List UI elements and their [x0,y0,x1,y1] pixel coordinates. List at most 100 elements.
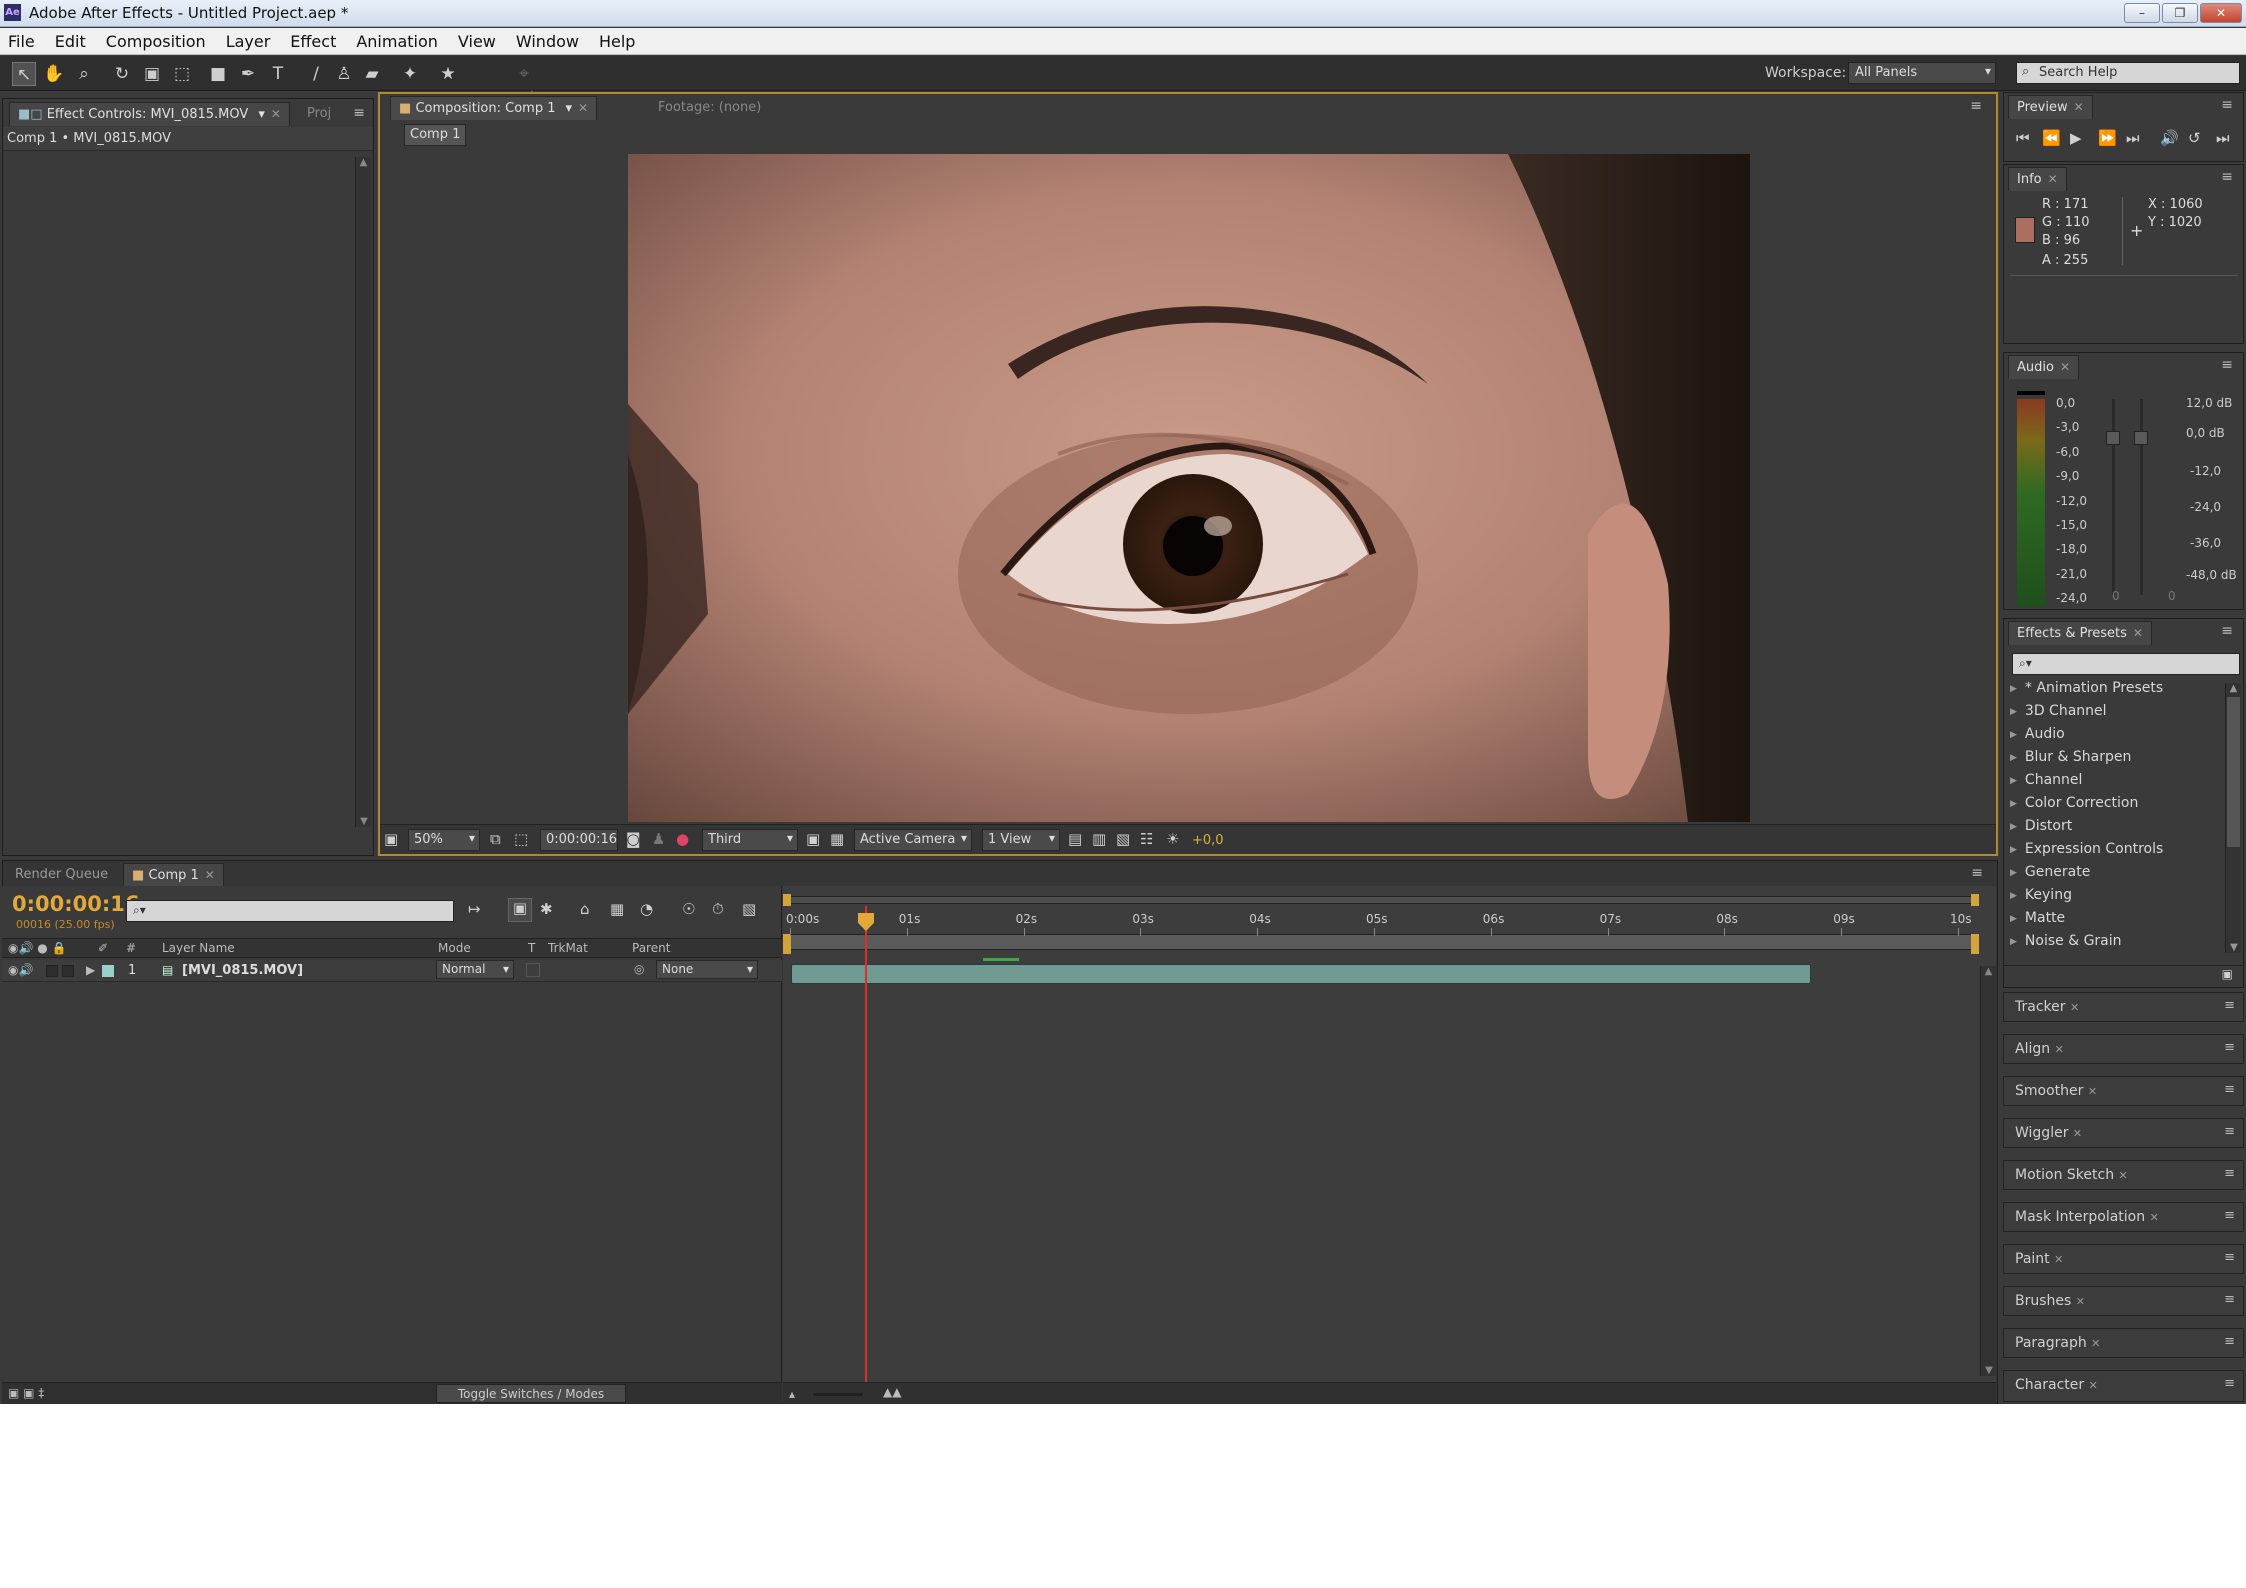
flowchart-icon[interactable]: ☷ [1140,830,1153,848]
toggle-switches-modes-button[interactable]: Toggle Switches / Modes [436,1384,626,1403]
fader-left[interactable] [2106,431,2120,445]
type-tool-icon[interactable]: T [266,62,290,86]
close-tab-icon[interactable]: ✕ [2074,100,2084,114]
close-tab-icon[interactable]: ✕ [271,107,281,121]
scroll-down-icon[interactable]: ▼ [1981,1365,1997,1376]
layer-duration-bar[interactable] [791,964,1811,984]
search-help-input[interactable]: ⌕ Search Help [2016,62,2240,84]
viewer-timecode[interactable]: 0:00:00:16 [540,829,618,851]
next-frame-icon[interactable]: ⏩ [2098,129,2117,147]
time-navigator[interactable] [787,896,1977,904]
close-tab-icon[interactable]: ✕ [2048,172,2058,186]
effects-item[interactable]: Generate [2010,864,2090,880]
resolution-select[interactable]: Third [702,829,798,851]
scrollbar[interactable]: ▲ ▼ [355,157,371,827]
selection-tool-icon[interactable]: ↖ [12,62,36,86]
effects-item[interactable]: Noise & Grain [2010,933,2122,949]
effects-item[interactable]: 3D Channel [2010,703,2107,719]
workspace-select[interactable]: All Panels [1848,62,1996,84]
draft-3d-icon[interactable]: ✱ [540,900,553,918]
tab-comp-timeline[interactable]: ■ Comp 1 ✕ [123,863,224,887]
close-tab-icon[interactable]: ✕ [2060,360,2070,374]
rotate-tool-icon[interactable]: ↻ [110,62,134,86]
panel-wiggler[interactable]: Wiggler ✕ ≡ [2003,1118,2244,1148]
fast-previews-icon[interactable]: ▥ [1092,830,1106,848]
loop-icon[interactable]: ↺ [2188,129,2201,147]
menu-window[interactable]: Window [516,32,579,51]
label-column-icon[interactable]: ✐ [98,941,108,955]
tab-render-queue[interactable]: Render Queue [7,863,116,887]
tab-preview[interactable]: Preview ✕ [2008,95,2093,119]
chevron-down-icon[interactable]: ▾ [566,101,573,116]
new-folder-icon[interactable]: ▣ [2222,967,2233,981]
effects-search-input[interactable]: ⌕▾ [2012,653,2240,675]
always-preview-icon[interactable]: ▣ [384,830,398,848]
shy-layers-icon[interactable]: ⌂ [580,900,590,918]
first-frame-icon[interactable]: ⏮ [2016,129,2030,147]
close-button[interactable]: ✕ [2200,3,2242,23]
fader-right[interactable] [2134,431,2148,445]
effects-item[interactable]: Matte [2010,910,2065,926]
roto-brush-tool-icon[interactable]: ✦ [398,62,422,86]
effects-item[interactable]: * Animation Presets [2010,680,2163,696]
scroll-down-icon[interactable]: ▼ [2226,942,2242,953]
panel-tracker[interactable]: Tracker ✕ ≡ [2003,992,2244,1022]
visibility-toggle-icon[interactable]: ◉🔊 [8,963,33,977]
solo-toggle[interactable] [46,965,58,977]
column-trkmat[interactable]: TrkMat [548,941,588,955]
scroll-up-icon[interactable]: ▲ [2226,683,2241,694]
column-parent[interactable]: Parent [632,941,670,955]
safe-margins-icon[interactable]: ⬚ [514,830,528,848]
transparency-grid-icon[interactable]: ▦ [830,830,844,848]
column-t[interactable]: T [528,941,535,955]
expand-arrow-icon[interactable]: ▶ [86,963,95,977]
pan-behind-tool-icon[interactable]: ⬚ [170,62,194,86]
zoom-in-icon[interactable]: ▲▲ [883,1385,901,1399]
menu-composition[interactable]: Composition [106,32,206,51]
panel-menu-icon[interactable]: ≡ [2221,169,2233,185]
panel-character[interactable]: Character ✕ ≡ [2003,1370,2244,1402]
close-tab-icon[interactable]: ✕ [578,101,588,115]
layer-mode-select[interactable]: Normal [436,960,514,979]
preserve-transparency-toggle[interactable] [526,963,540,977]
work-area-start[interactable] [783,934,791,954]
panel-menu-icon[interactable]: ≡ [2221,357,2233,373]
panel-menu-icon[interactable]: ≡ [2221,97,2233,113]
layer-name[interactable]: [MVI_0815.MOV] [182,963,303,978]
brush-tool-icon[interactable]: ∕ [304,62,328,86]
effects-item[interactable]: Channel [2010,772,2082,788]
close-tab-icon[interactable]: ✕ [2133,626,2143,640]
effects-item[interactable]: Distort [2010,818,2072,834]
scroll-up-icon[interactable]: ▲ [356,157,371,168]
exposure-value[interactable]: +0,0 [1192,833,1224,848]
menu-view[interactable]: View [458,32,496,51]
panel-menu-icon[interactable]: ≡ [1971,865,1983,881]
scroll-up-icon[interactable]: ▲ [1981,966,1996,977]
menu-effect[interactable]: Effect [290,32,336,51]
ram-preview-icon[interactable]: ⏭ [2216,129,2230,147]
pickwhip-icon[interactable]: ◎ [634,962,644,976]
tab-info[interactable]: Info ✕ [2008,167,2067,191]
frame-blending-icon[interactable]: ▦ [610,900,624,918]
zoom-select[interactable]: 50% [408,829,480,851]
tab-composition[interactable]: ■ Composition: Comp 1 ▾ ✕ [390,96,598,120]
panel-paragraph[interactable]: Paragraph ✕ ≡ [2003,1328,2244,1358]
pen-tool-icon[interactable]: ✒ [236,62,260,86]
tab-project[interactable]: Proj [299,102,339,126]
effects-item[interactable]: Audio [2010,726,2065,742]
maximize-button[interactable]: ❐ [2162,3,2198,23]
av-features-icon[interactable]: ◉🔊 ● 🔒 [8,941,66,955]
column-layer-name[interactable]: Layer Name [162,941,235,955]
auto-keyframe-icon[interactable]: ⏱ [712,900,724,918]
rectangle-tool-icon[interactable]: ■ [206,62,230,86]
tab-footage[interactable]: Footage: (none) [650,96,840,120]
menu-help[interactable]: Help [599,32,635,51]
menu-file[interactable]: File [8,32,35,51]
panel-brushes[interactable]: Brushes ✕ ≡ [2003,1286,2244,1316]
navigator-end-handle[interactable] [1971,894,1979,906]
menu-edit[interactable]: Edit [55,32,86,51]
exposure-icon[interactable]: ☀ [1166,830,1179,848]
work-area-bar[interactable] [787,934,1977,950]
navigator-start-handle[interactable] [783,894,791,906]
puppet-pin-tool-icon[interactable]: ★ [436,62,460,86]
